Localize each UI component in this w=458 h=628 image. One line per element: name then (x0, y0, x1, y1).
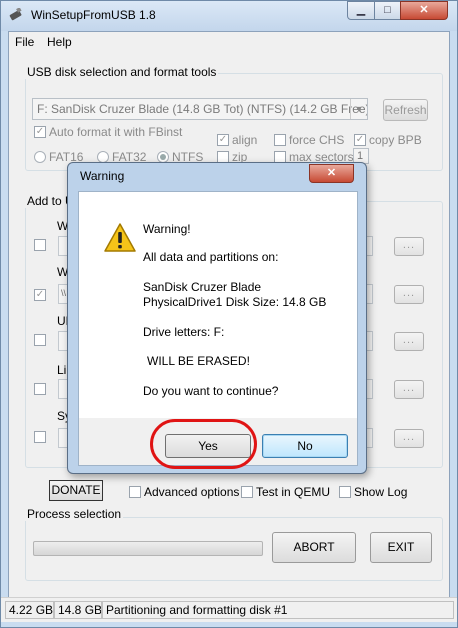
status-bar: 4.22 GB 14.8 GB Partitioning and formatt… (1, 597, 457, 622)
refresh-button[interactable]: Refresh (383, 99, 428, 121)
fat16-radio[interactable] (34, 151, 46, 163)
process-selection-label: Process selection (25, 507, 124, 521)
align-checkbox[interactable]: ✓ (217, 134, 229, 146)
exit-button[interactable]: EXIT (370, 532, 432, 563)
dialog-drive-letters: Drive letters: F: (143, 325, 225, 339)
row-checkbox-1[interactable] (34, 239, 46, 251)
auto-format-checkbox[interactable]: ✓ (34, 126, 46, 138)
dialog-drive-name: SanDisk Cruzer Blade (143, 280, 262, 294)
dialog-line-1: All data and partitions on: (143, 250, 279, 264)
test-qemu-label: Test in QEMU (256, 485, 331, 499)
donate-button[interactable]: DONATE (49, 480, 103, 501)
align-label: align (232, 133, 258, 147)
row-label-linux: Li (57, 363, 67, 377)
window-title: WinSetupFromUSB 1.8 (31, 8, 156, 22)
menu-bar: File Help (9, 32, 449, 52)
menu-file[interactable]: File (15, 35, 34, 49)
force-chs-label: force CHS (289, 133, 345, 147)
usb-drive-icon (9, 8, 22, 21)
auto-format-label: Auto format it with FBinst (49, 125, 183, 139)
close-button[interactable]: ✕ (400, 1, 448, 20)
usb-disk-value: F: SanDisk Cruzer Blade (14.8 GB Tot) (N… (37, 102, 368, 116)
dialog-drive-size: PhysicalDrive1 Disk Size: 14.8 GB (143, 295, 327, 309)
usb-disk-select[interactable]: F: SanDisk Cruzer Blade (14.8 GB Tot) (N… (32, 98, 368, 120)
row-checkbox-4[interactable] (34, 383, 46, 395)
test-qemu-checkbox[interactable] (241, 486, 253, 498)
status-total: 14.8 GB (54, 601, 102, 619)
chevron-down-icon: ▼ (350, 99, 367, 119)
status-message: Partitioning and formatting disk #1 (102, 601, 454, 619)
dialog-title: Warning (80, 169, 125, 183)
force-chs-checkbox[interactable] (274, 134, 286, 146)
menu-help[interactable]: Help (47, 35, 72, 49)
warning-triangle-icon (104, 223, 136, 252)
maximize-button[interactable]: □ (374, 1, 401, 20)
progress-bar (33, 541, 263, 556)
row-checkbox-5[interactable] (34, 431, 46, 443)
dialog-erase-warning: WILL BE ERASED! (147, 354, 250, 368)
browse-button-1[interactable]: ... (394, 237, 424, 256)
minimize-button[interactable]: ▁ (347, 1, 375, 20)
abort-button[interactable]: ABORT (272, 532, 356, 563)
show-log-checkbox[interactable] (339, 486, 351, 498)
title-bar[interactable]: WinSetupFromUSB 1.8 ▁ □ ✕ (1, 1, 457, 31)
dialog-heading: Warning! (143, 222, 191, 236)
dialog-question: Do you want to continue? (143, 384, 279, 398)
browse-button-4[interactable]: ... (394, 380, 424, 399)
advanced-options-label: Advanced options (144, 485, 240, 499)
yes-highlight-ring (150, 419, 257, 469)
no-button[interactable]: No (262, 434, 348, 458)
dialog-body: Warning! All data and partitions on: San… (78, 191, 358, 419)
copy-bpb-checkbox[interactable]: ✓ (354, 134, 366, 146)
usb-group-label: USB disk selection and format tools (25, 65, 219, 79)
advanced-options-checkbox[interactable] (129, 486, 141, 498)
row-checkbox-2[interactable]: ✓ (34, 289, 46, 301)
browse-button-5[interactable]: ... (394, 429, 424, 448)
browse-button-2[interactable]: ... (394, 285, 424, 304)
row-checkbox-3[interactable] (34, 334, 46, 346)
show-log-label: Show Log (354, 485, 408, 499)
browse-button-3[interactable]: ... (394, 332, 424, 351)
dialog-close-button[interactable]: ✕ (309, 164, 354, 183)
copy-bpb-label: copy BPB (369, 133, 422, 147)
status-used: 4.22 GB (5, 601, 54, 619)
